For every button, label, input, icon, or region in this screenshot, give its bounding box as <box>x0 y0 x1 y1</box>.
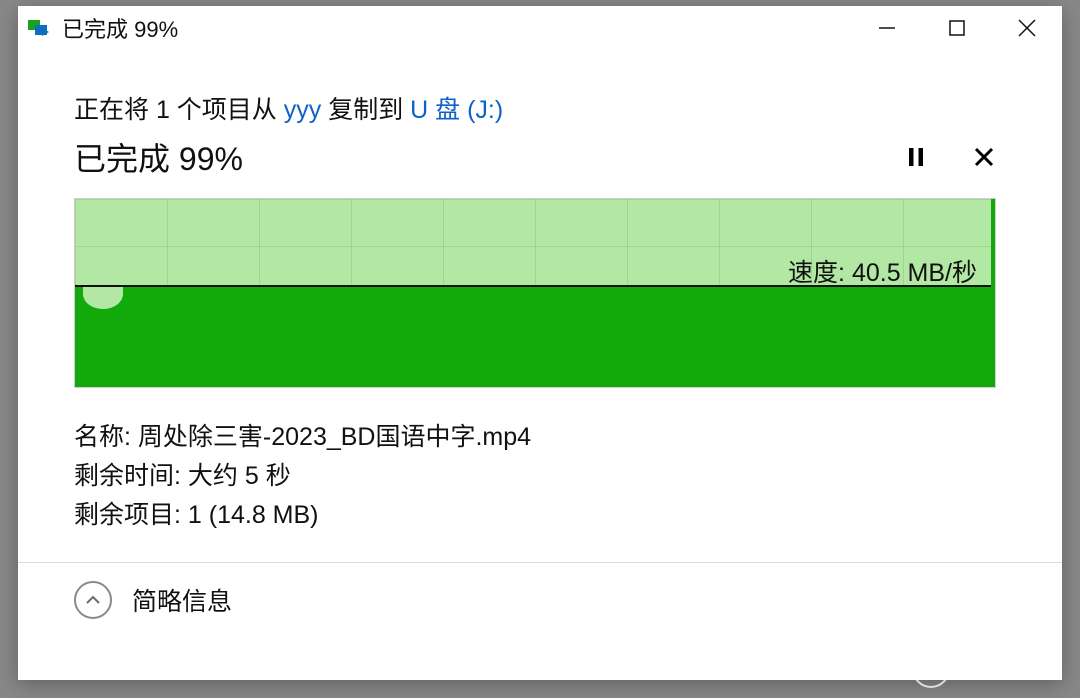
progress-status: 已完成 99% <box>74 134 243 180</box>
time-remaining-label: 剩余时间: <box>74 462 188 490</box>
items-remaining-label: 剩余项目: <box>74 501 188 529</box>
copy-description: 正在将 1 个项目从 yyy 复制到 U 盘 (J:) <box>74 90 1006 126</box>
maximize-button[interactable] <box>922 6 992 50</box>
minimize-button[interactable] <box>852 6 922 50</box>
copy-transfer-icon <box>28 20 52 38</box>
source-folder-link[interactable]: yyy <box>284 96 322 124</box>
time-remaining-value: 大约 5 秒 <box>188 462 291 490</box>
items-remaining-value: 1 (14.8 MB) <box>188 501 319 529</box>
pause-button[interactable] <box>894 135 938 179</box>
collapse-details-button[interactable] <box>74 581 112 619</box>
desc-prefix: 正在将 1 个项目从 <box>74 96 284 124</box>
speed-chart: 速度: 40.5 MB/秒 <box>74 198 996 388</box>
cancel-button[interactable] <box>962 135 1006 179</box>
chart-fill <box>75 285 991 387</box>
details-block: 名称: 周处除三害-2023_BD国语中字.mp4 剩余时间: 大约 5 秒 剩… <box>74 418 1006 534</box>
details-toggle-label[interactable]: 简略信息 <box>132 582 232 618</box>
dest-drive-link[interactable]: U 盘 (J:) <box>410 96 503 124</box>
name-label: 名称: <box>74 423 138 451</box>
window-title: 已完成 99% <box>62 12 178 44</box>
desc-middle: 复制到 <box>321 96 410 124</box>
details-toggle-row: 简略信息 <box>18 562 1062 637</box>
name-value: 周处除三害-2023_BD国语中字.mp4 <box>138 423 531 451</box>
file-copy-dialog: 已完成 99% 正在将 1 个项目从 yyy 复制到 U 盘 (J:) 已完成 … <box>18 6 1062 680</box>
chevron-up-icon <box>85 592 101 608</box>
speed-label: 速度: 40.5 MB/秒 <box>788 253 977 289</box>
close-button[interactable] <box>992 6 1062 50</box>
chart-progress-edge <box>991 199 995 387</box>
titlebar[interactable]: 已完成 99% <box>18 6 1062 50</box>
